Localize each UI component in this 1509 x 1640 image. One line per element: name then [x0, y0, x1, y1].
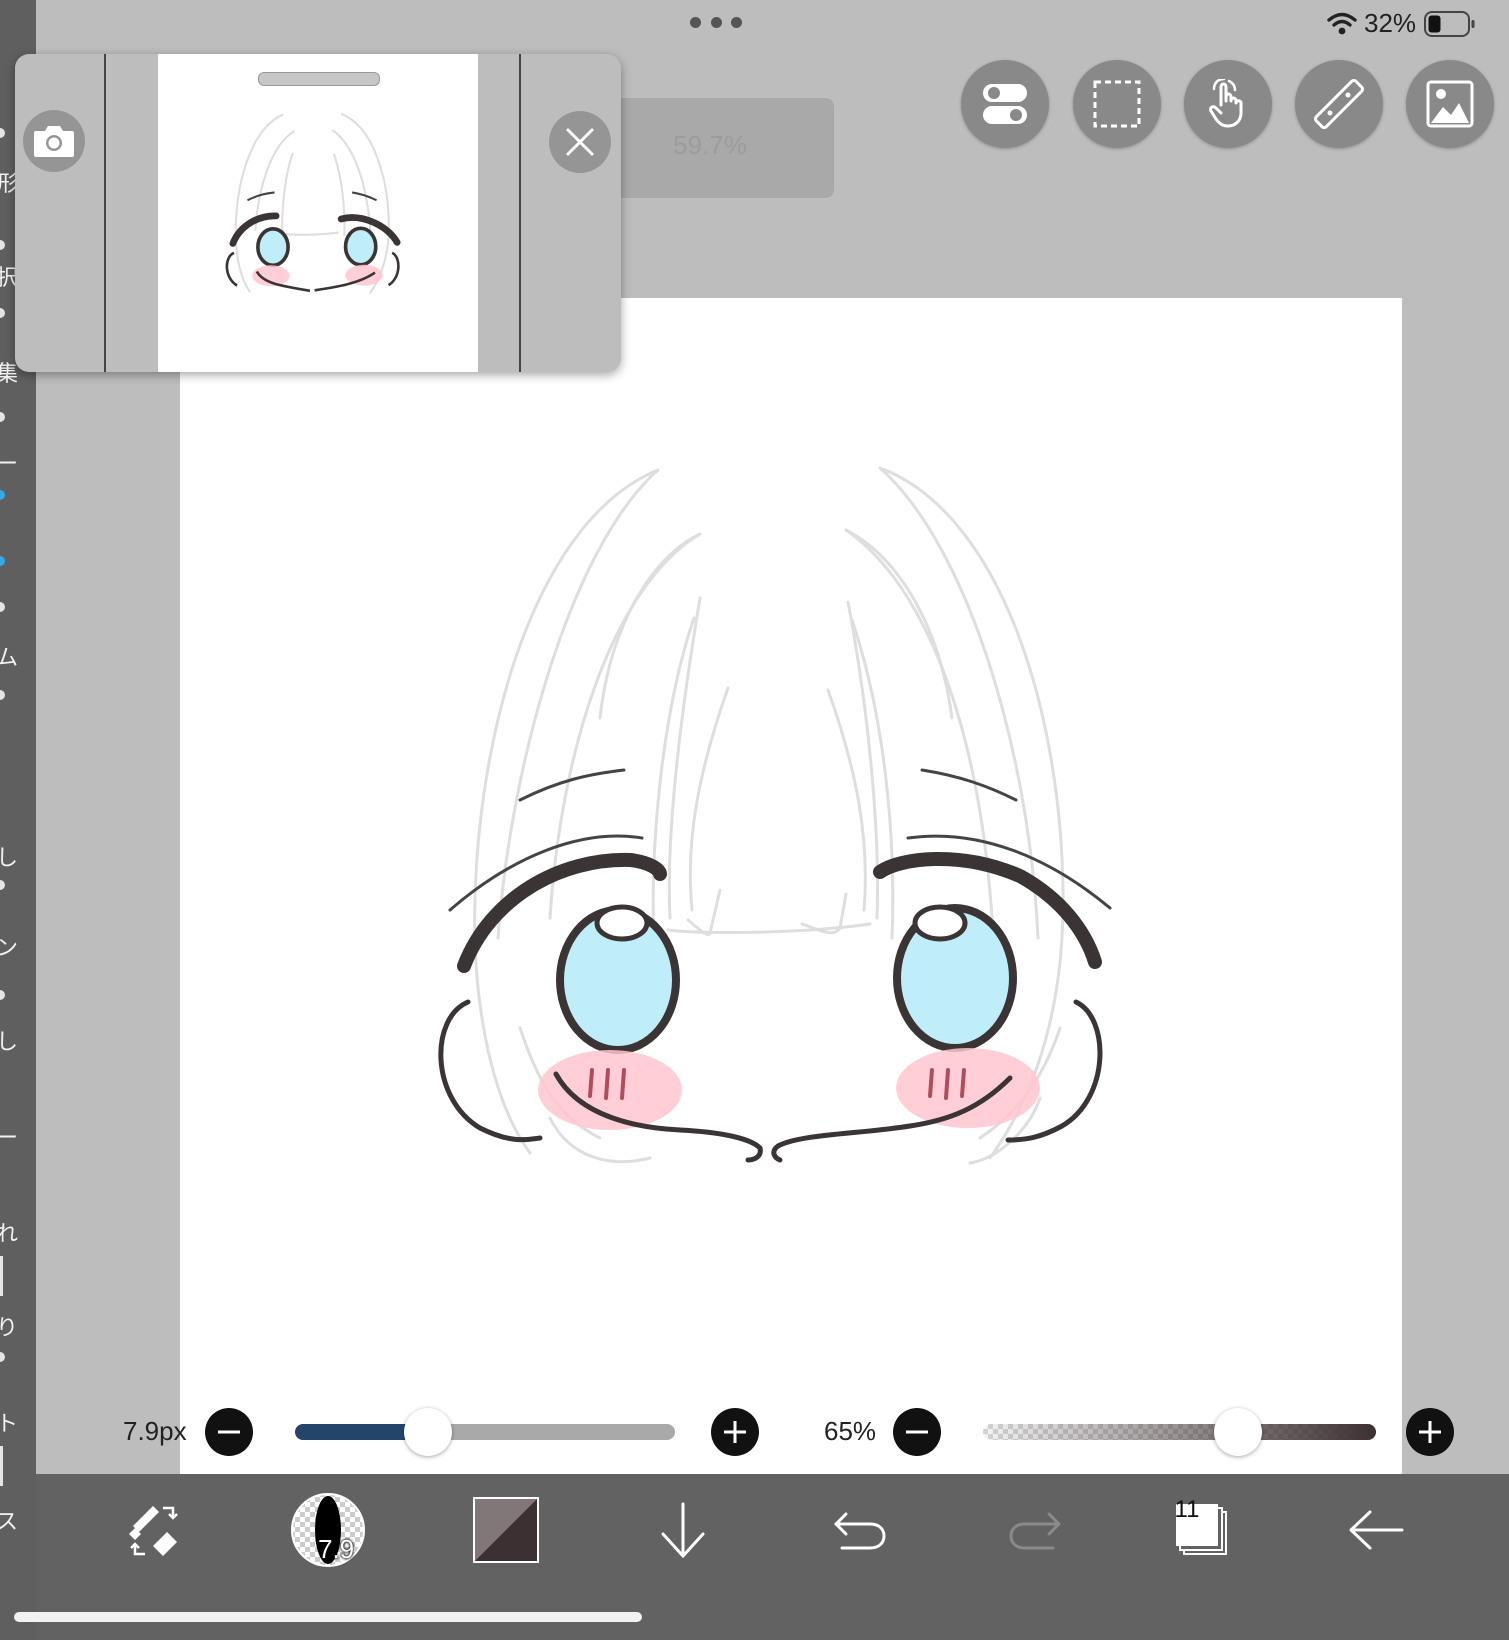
ruler-icon	[1314, 79, 1364, 129]
sidebar-dot	[0, 690, 5, 700]
opacity-value: 65%	[824, 1416, 877, 1446]
sidebar-dot-active	[0, 490, 5, 500]
sidebar-item-label[interactable]: り	[0, 1310, 30, 1342]
sidebar-item-label[interactable]: ン	[0, 930, 30, 962]
toggle-button[interactable]	[961, 60, 1049, 148]
image-icon	[1426, 80, 1474, 128]
color-button[interactable]	[466, 1490, 546, 1570]
sidebar-item-label[interactable]: し	[0, 1024, 30, 1056]
sidebar-dot	[0, 412, 5, 422]
sidebar-item-label[interactable]: れ	[0, 1216, 30, 1248]
sidebar-item-label[interactable]: し	[0, 840, 30, 872]
plus-icon	[724, 1421, 746, 1443]
opacity-slider[interactable]	[983, 1424, 1376, 1440]
brush-size-badge: 7.9	[318, 1534, 355, 1564]
sidebar-dot-active	[0, 556, 5, 566]
brush-size-decrease-button[interactable]	[205, 1408, 253, 1456]
sidebar-dot	[0, 240, 5, 250]
battery-percent: 32%	[1364, 8, 1417, 38]
drawing-canvas[interactable]	[180, 298, 1402, 1520]
toggle-icon	[983, 84, 1027, 124]
sidebar-item-label[interactable]: ト	[0, 1406, 30, 1438]
opacity-decrease-button[interactable]	[893, 1408, 941, 1456]
brush-size-increase-button[interactable]	[711, 1408, 759, 1456]
sidebar-dot	[0, 128, 5, 138]
navigator-panel[interactable]	[15, 54, 621, 372]
snapshot-button[interactable]	[23, 110, 85, 172]
back-icon	[1349, 1510, 1404, 1550]
sidebar-item-label[interactable]: ー	[0, 1120, 30, 1152]
ruler-button[interactable]	[1295, 60, 1383, 148]
pen-eraser-swap-button[interactable]	[113, 1490, 193, 1570]
move-down-icon	[661, 1502, 705, 1559]
navigator-divider	[104, 54, 106, 372]
minus-icon	[906, 1430, 928, 1434]
hand-gesture-icon	[1209, 79, 1243, 128]
sidebar-item-label[interactable]: ス	[0, 1504, 30, 1536]
sidebar-bar	[0, 1446, 3, 1486]
plus-icon	[1419, 1421, 1441, 1443]
image-button[interactable]	[1406, 60, 1494, 148]
close-icon	[566, 128, 594, 156]
sidebar-item-label[interactable]: ー	[0, 446, 30, 478]
undo-icon	[834, 1512, 886, 1550]
gesture-button[interactable]	[1184, 60, 1272, 148]
sidebar-dot	[0, 308, 5, 318]
sidebar-dot	[0, 990, 5, 1000]
sidebar-dot	[0, 1352, 5, 1362]
navigator-thumbnail	[225, 112, 401, 295]
color-icon	[473, 1497, 539, 1563]
move-down-button[interactable]	[643, 1490, 723, 1570]
pen-eraser-swap-icon	[129, 1506, 178, 1556]
drawing-artwork	[438, 466, 1112, 1165]
sidebar-item-label[interactable]: ム	[0, 640, 30, 672]
redo-button[interactable]	[995, 1490, 1075, 1570]
selection-button[interactable]	[1073, 60, 1161, 148]
camera-icon	[34, 126, 74, 157]
back-button[interactable]	[1336, 1490, 1416, 1570]
undo-button[interactable]	[820, 1490, 900, 1570]
sidebar-dot	[0, 602, 5, 612]
sidebar-dot	[0, 880, 5, 890]
sidebar-bar	[0, 1256, 3, 1296]
home-indicator[interactable]	[14, 1612, 642, 1622]
redo-icon	[1009, 1512, 1061, 1550]
minus-icon	[218, 1430, 240, 1434]
wifi-icon	[1327, 12, 1357, 35]
navigator-close-button[interactable]	[549, 111, 611, 173]
navigator-divider	[519, 54, 521, 372]
navigator-drag-handle[interactable]	[258, 72, 380, 86]
brush-size-slider-thumb[interactable]	[404, 1408, 452, 1456]
multitask-dots[interactable]	[690, 14, 742, 30]
selection-icon	[1093, 80, 1141, 128]
brush-size-value: 7.9px	[123, 1416, 187, 1446]
layer-count: 11	[1174, 1496, 1200, 1523]
opacity-increase-button[interactable]	[1406, 1408, 1454, 1456]
navigator-preview[interactable]	[158, 54, 478, 372]
brush-size-slider[interactable]	[295, 1424, 675, 1440]
battery-icon	[1424, 11, 1475, 37]
